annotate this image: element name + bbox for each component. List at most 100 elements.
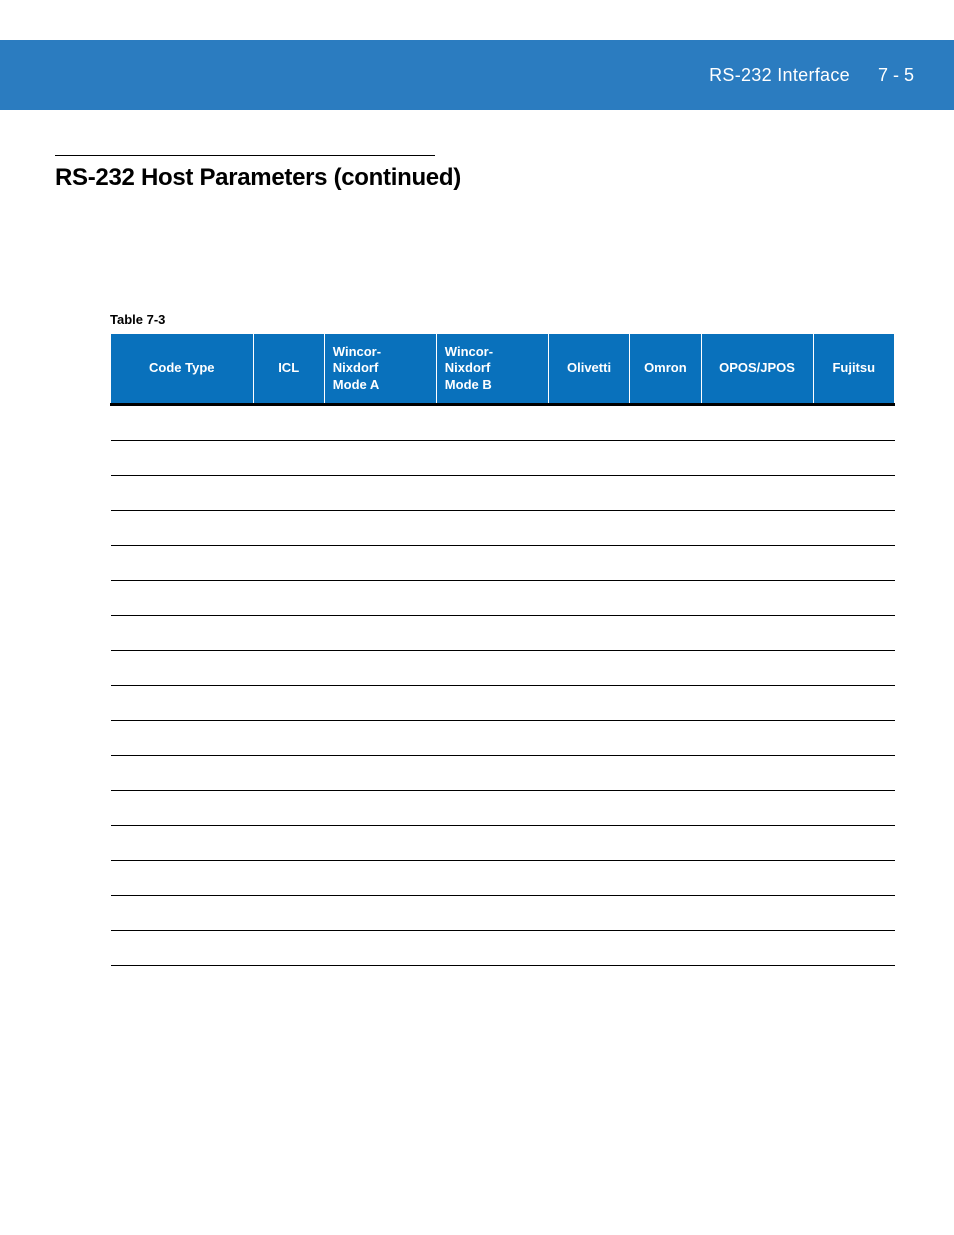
col-wna-l1: Wincor- (333, 344, 381, 359)
table-cell (548, 650, 629, 685)
table-cell (111, 790, 254, 825)
table-cell (701, 404, 813, 440)
table-cell (253, 790, 324, 825)
table-cell (701, 790, 813, 825)
table-cell (436, 685, 548, 720)
table-cell (548, 475, 629, 510)
table-cell (111, 475, 254, 510)
table-cell (630, 440, 701, 475)
table-cell (324, 720, 436, 755)
table-cell (813, 440, 894, 475)
table-cell (111, 510, 254, 545)
table-cell (436, 825, 548, 860)
table-cell (324, 860, 436, 895)
col-omron: Omron (630, 334, 701, 405)
table-cell (253, 545, 324, 580)
table-cell (436, 790, 548, 825)
table-cell (548, 440, 629, 475)
col-wna-l3: Mode A (333, 377, 379, 392)
col-opos-jpos: OPOS/JPOS (701, 334, 813, 405)
table-cell (813, 930, 894, 965)
table-row (111, 475, 895, 510)
table-cell (701, 650, 813, 685)
table-cell (436, 755, 548, 790)
table-cell (630, 580, 701, 615)
section-title-rule (55, 155, 435, 156)
table-row (111, 895, 895, 930)
table-cell (253, 685, 324, 720)
table-cell (630, 650, 701, 685)
table-cell (548, 790, 629, 825)
table-cell (436, 720, 548, 755)
table-row (111, 440, 895, 475)
table-cell (324, 825, 436, 860)
table-cell (548, 720, 629, 755)
table-row (111, 860, 895, 895)
table-cell (813, 825, 894, 860)
table-cell (324, 510, 436, 545)
page-content: RS-232 Host Parameters (continued) Table… (0, 110, 954, 966)
table-cell (630, 545, 701, 580)
col-fujitsu: Fujitsu (813, 334, 894, 405)
table-cell (548, 895, 629, 930)
table-cell (548, 755, 629, 790)
table-cell (436, 545, 548, 580)
table-cell (253, 510, 324, 545)
table-cell (324, 685, 436, 720)
table-cell (630, 755, 701, 790)
table-cell (436, 475, 548, 510)
table-cell (630, 720, 701, 755)
table-cell (324, 440, 436, 475)
table-cell (111, 545, 254, 580)
table-row (111, 404, 895, 440)
table-cell (630, 475, 701, 510)
table-cell (111, 685, 254, 720)
table-cell (548, 860, 629, 895)
table-cell (111, 825, 254, 860)
col-olivetti: Olivetti (548, 334, 629, 405)
table-row (111, 510, 895, 545)
table-cell (111, 930, 254, 965)
col-wna-l2: Nixdorf (333, 360, 379, 375)
table-cell (436, 860, 548, 895)
table-cell (701, 825, 813, 860)
table-cell (548, 685, 629, 720)
table-cell (548, 930, 629, 965)
host-parameters-table: Code Type ICL Wincor-NixdorfMode A Winco… (110, 333, 895, 966)
table-cell (324, 755, 436, 790)
table-cell (548, 510, 629, 545)
table-cell (701, 440, 813, 475)
table-row (111, 685, 895, 720)
table-cell (253, 650, 324, 685)
table-cell (253, 930, 324, 965)
table-cell (548, 404, 629, 440)
table-cell (630, 404, 701, 440)
table-cell (324, 790, 436, 825)
col-wincor-nixdorf-b: Wincor-NixdorfMode B (436, 334, 548, 405)
table-cell (813, 755, 894, 790)
table-cell (253, 615, 324, 650)
table-cell (253, 860, 324, 895)
table-cell (436, 615, 548, 650)
table-cell (324, 930, 436, 965)
table-cell (324, 580, 436, 615)
table-cell (630, 860, 701, 895)
table-cell (813, 475, 894, 510)
table-cell (436, 895, 548, 930)
table-cell (701, 580, 813, 615)
table-cell (701, 475, 813, 510)
table-cell (111, 404, 254, 440)
col-wnb-l3: Mode B (445, 377, 492, 392)
table-cell (111, 895, 254, 930)
table-cell (548, 825, 629, 860)
table-cell (253, 475, 324, 510)
table-cell (253, 720, 324, 755)
table-cell (548, 615, 629, 650)
table-row (111, 720, 895, 755)
col-wincor-nixdorf-a: Wincor-Nixdorf Mode A (324, 334, 436, 405)
table-cell (111, 580, 254, 615)
table-cell (111, 650, 254, 685)
table-cell (630, 510, 701, 545)
table-cell (813, 545, 894, 580)
table-cell (436, 440, 548, 475)
